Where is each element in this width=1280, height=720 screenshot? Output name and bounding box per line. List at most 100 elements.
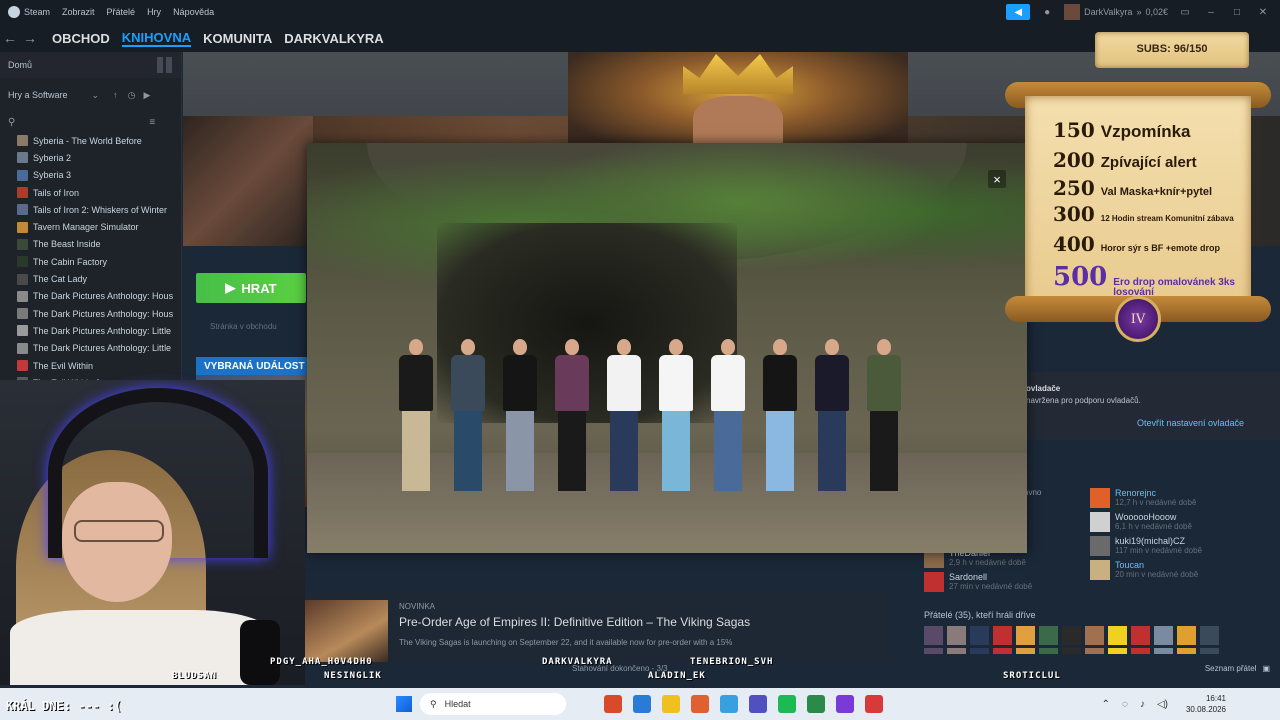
store-page-link[interactable]: Stránka v obchodu <box>210 322 277 331</box>
friend-avatar[interactable] <box>1016 626 1035 645</box>
download-status[interactable]: Stahování dokončeno - 3/3 <box>572 664 668 673</box>
friend-avatar[interactable] <box>1039 648 1058 654</box>
friend-entry[interactable]: Sardonell 27 min v nedávné době <box>924 572 1032 592</box>
friend-avatar[interactable] <box>1154 648 1173 654</box>
friend-avatar[interactable] <box>1085 648 1104 654</box>
announcement-button[interactable]: ◀ <box>1006 4 1031 20</box>
grid-view-icon[interactable] <box>157 57 173 73</box>
friend-entry[interactable]: Renorejnc 12,7 h v nedávné době <box>1090 488 1196 508</box>
close-viewer-button[interactable]: × <box>988 170 1006 188</box>
notifications-button[interactable]: ● <box>1038 4 1056 20</box>
taskbar-app-icon[interactable] <box>836 695 854 713</box>
game-icon <box>17 342 28 354</box>
friend-entry[interactable]: WoooooHooow 6,1 h v nedávné době <box>1090 512 1192 532</box>
friend-avatar[interactable] <box>947 648 966 654</box>
news-title[interactable]: Pre-Order Age of Empires II: Definitive … <box>399 615 750 629</box>
play-filter-icon[interactable]: ▶ <box>143 90 150 101</box>
friends-list-button[interactable]: Seznam přátel ▣ <box>1205 664 1270 673</box>
library-filter[interactable]: Hry a Software ⌄ ↑ ◷ ▶ <box>0 78 181 112</box>
game-list-item[interactable]: Syberia - The World Before <box>0 132 181 149</box>
friend-avatar[interactable] <box>993 648 1012 654</box>
taskbar-app-icon[interactable] <box>865 695 883 713</box>
game-list-item[interactable]: The Dark Pictures Anthology: Hous <box>0 305 181 322</box>
friend-avatar[interactable] <box>1200 626 1219 645</box>
friend-avatar[interactable] <box>1177 626 1196 645</box>
taskbar-app-icon[interactable] <box>662 695 680 713</box>
friend-avatar[interactable] <box>970 626 989 645</box>
friend-avatar[interactable] <box>924 648 943 654</box>
game-list-item[interactable]: Syberia 3 <box>0 167 181 184</box>
friend-avatar[interactable] <box>1085 626 1104 645</box>
minimize-button[interactable]: – <box>1202 4 1220 20</box>
game-list-item[interactable]: The Evil Within <box>0 357 181 374</box>
menu-view[interactable]: Zobrazit <box>62 7 95 17</box>
friend-avatar[interactable] <box>1062 648 1081 654</box>
friend-avatar[interactable] <box>993 626 1012 645</box>
library-search[interactable]: ⚲ ≡ <box>0 112 181 132</box>
game-icon <box>17 325 28 337</box>
menu-help[interactable]: Nápověda <box>173 7 214 17</box>
friend-avatar[interactable] <box>970 648 989 654</box>
windows-start-button[interactable] <box>396 696 412 712</box>
account-menu[interactable]: DarkValkyra » 0,02€ <box>1064 4 1168 20</box>
friend-entry[interactable]: kuki19(michal)CZ 117 min v nedávné době <box>1090 536 1202 556</box>
menu-games[interactable]: Hry <box>147 7 161 17</box>
friend-entry[interactable]: Toucan 20 min v nedávné době <box>1090 560 1198 580</box>
forward-button[interactable]: → <box>20 30 40 46</box>
game-list-item[interactable]: The Beast Inside <box>0 236 181 253</box>
friend-avatar[interactable] <box>1016 648 1035 654</box>
nav-store[interactable]: OBCHOD <box>52 31 110 46</box>
friend-avatar[interactable] <box>1131 626 1150 645</box>
play-button[interactable]: ▶ HRAT <box>196 273 306 303</box>
nav-profile[interactable]: DARKVALKYRA <box>284 31 383 46</box>
chevron-up-icon[interactable]: ⌃ <box>1102 699 1110 710</box>
network-icon[interactable]: ◌ <box>1122 699 1128 710</box>
taskbar: ⚲ Hledat ⌃ ◌ ♪ ◁) 16:41 30.08.2026 <box>0 688 1280 720</box>
game-list-item[interactable]: Tails of Iron <box>0 184 181 201</box>
game-list-item[interactable]: Tails of Iron 2: Whiskers of Winter <box>0 201 181 218</box>
game-icon <box>17 273 28 285</box>
recent-icon[interactable]: ◷ <box>128 90 136 101</box>
back-button[interactable]: ← <box>0 30 20 46</box>
taskbar-app-icon[interactable] <box>691 695 709 713</box>
taskbar-app-icon[interactable] <box>604 695 622 713</box>
game-list-item[interactable]: The Cat Lady <box>0 270 181 287</box>
sort-icon[interactable]: ↑ <box>113 90 118 100</box>
friend-avatar[interactable] <box>1131 648 1150 654</box>
big-picture-button[interactable]: ▭ <box>1176 4 1194 20</box>
friend-avatar[interactable] <box>1039 626 1058 645</box>
library-home[interactable]: Domů <box>0 52 181 78</box>
friend-avatar[interactable] <box>924 626 943 645</box>
game-list-item[interactable]: The Dark Pictures Anthology: Hous <box>0 288 181 305</box>
nav-library[interactable]: KNIHOVNA <box>121 30 192 47</box>
game-list-item[interactable]: The Dark Pictures Anthology: Little <box>0 340 181 357</box>
friend-avatar[interactable] <box>1154 626 1173 645</box>
steam-menu[interactable]: Steam <box>8 6 50 18</box>
taskbar-app-icon[interactable] <box>720 695 738 713</box>
taskbar-app-icon[interactable] <box>778 695 796 713</box>
taskbar-app-icon[interactable] <box>633 695 651 713</box>
nav-community[interactable]: KOMUNITA <box>203 31 272 46</box>
game-list-item[interactable]: The Cabin Factory <box>0 253 181 270</box>
friend-avatar[interactable] <box>1108 648 1127 654</box>
filter-icon[interactable]: ≡ <box>149 117 155 128</box>
taskbar-app-icon[interactable] <box>807 695 825 713</box>
friend-avatar[interactable] <box>947 626 966 645</box>
close-window-button[interactable]: ✕ <box>1254 4 1272 20</box>
friend-avatar[interactable] <box>1062 626 1081 645</box>
maximize-button[interactable]: □ <box>1228 4 1246 20</box>
mic-icon[interactable]: ♪ <box>1140 699 1145 710</box>
game-list-item[interactable]: Tavern Manager Simulator <box>0 218 181 235</box>
taskbar-app-icon[interactable] <box>749 695 767 713</box>
speaker-icon[interactable]: ◁) <box>1157 699 1168 710</box>
taskbar-clock[interactable]: 16:41 30.08.2026 <box>1186 693 1226 715</box>
controller-settings-link[interactable]: Otevřít nastavení ovladače <box>1137 418 1244 428</box>
taskbar-search[interactable]: ⚲ Hledat <box>420 693 566 715</box>
friend-avatar[interactable] <box>1200 648 1219 654</box>
game-list-item[interactable]: Syberia 2 <box>0 149 181 166</box>
menu-friends[interactable]: Přátelé <box>107 7 136 17</box>
friend-avatar[interactable] <box>1177 648 1196 654</box>
game-list-item[interactable]: The Dark Pictures Anthology: Little <box>0 322 181 339</box>
news-item[interactable]: NOVINKA Pre-Order Age of Empires II: Def… <box>305 592 890 662</box>
friend-avatar[interactable] <box>1108 626 1127 645</box>
